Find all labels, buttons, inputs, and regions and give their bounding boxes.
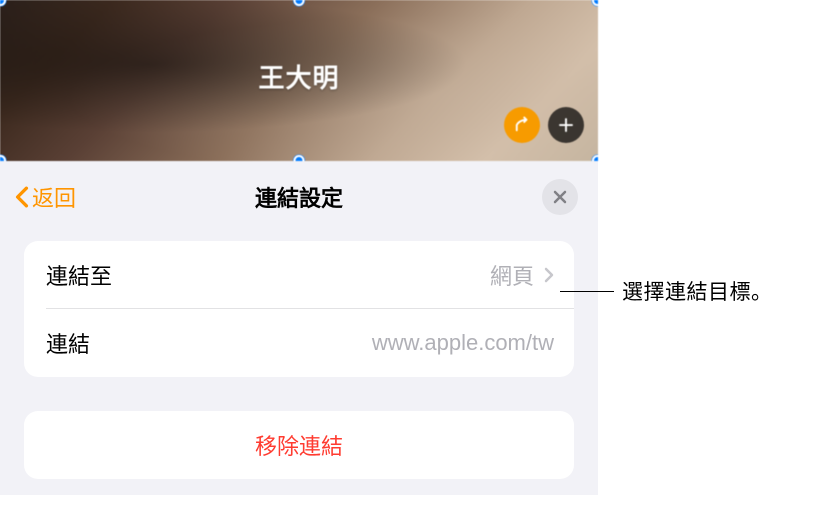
link-url-label: 連結 [46,327,90,359]
link-to-value: 網頁 [490,259,534,291]
link-settings-group: 連結至 網頁 連結 [24,241,574,377]
share-button[interactable] [504,107,540,143]
close-button[interactable] [542,179,578,215]
close-icon [553,190,567,204]
link-to-label: 連結至 [46,259,112,291]
remove-link-label: 移除連結 [255,434,343,459]
callout-leader-line [560,291,614,292]
selection-handle[interactable] [294,0,305,6]
chevron-right-icon [544,267,554,283]
link-url-row: 連結 [24,309,574,377]
add-button[interactable] [548,107,584,143]
selection-handle[interactable] [0,0,6,6]
popover-title: 連結設定 [255,181,343,213]
back-button[interactable]: 返回 [14,181,76,213]
share-arrow-icon [513,116,531,134]
link-url-input[interactable] [90,330,554,356]
link-settings-popover: 返回 連結設定 連結至 網頁 連結 [0,161,598,495]
header-banner: 王大明 [0,0,598,161]
plus-icon [557,116,575,134]
contact-name: 王大明 [258,58,339,95]
remove-link-button[interactable]: 移除連結 [24,411,574,479]
chevron-left-icon [14,186,30,208]
callout-text: 選擇連結目標。 [622,276,773,306]
selection-handle[interactable] [592,0,598,6]
link-to-row[interactable]: 連結至 網頁 [24,241,574,309]
back-label: 返回 [32,181,76,213]
